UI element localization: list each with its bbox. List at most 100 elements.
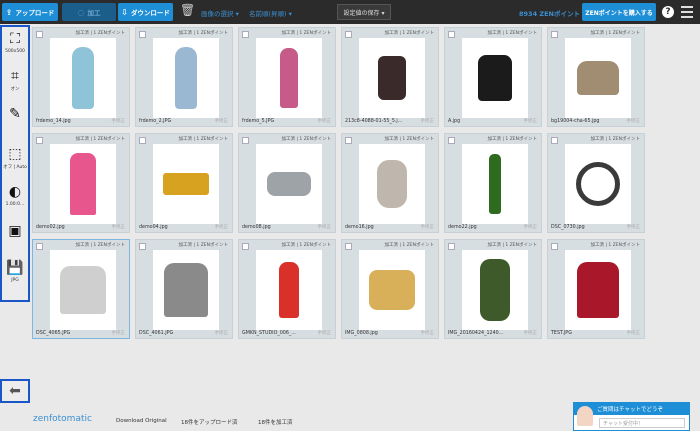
manual-edit-link[interactable]: 手修正 [421, 330, 435, 336]
background-tool[interactable]: ▣ [3, 222, 27, 241]
select-checkbox[interactable] [242, 243, 249, 250]
chat-widget[interactable]: ご質問はチャットでどうぞ チャット受付中！ [573, 402, 690, 431]
manual-edit-link[interactable]: 手修正 [524, 330, 538, 336]
image-card[interactable]: 加工済 | 1 ZENポイント DSC_0730.jpg 手修正 [547, 133, 645, 233]
product-thumbnail[interactable] [256, 38, 322, 118]
card-status-meta: 加工済 | 1 ZENポイント [75, 31, 125, 36]
download-original-link[interactable]: Download Original [116, 418, 167, 424]
brush-tool[interactable]: ✎ [3, 105, 27, 124]
product-silhouette [369, 270, 415, 310]
image-card[interactable]: 加工済 | 1 ZENポイント bg19004-cha-65.jpg 手修正 [547, 27, 645, 127]
product-thumbnail[interactable] [565, 250, 631, 330]
select-checkbox[interactable] [139, 31, 146, 38]
select-checkbox[interactable] [139, 243, 146, 250]
select-checkbox[interactable] [551, 243, 558, 250]
processed-count: 18件を加工済 [258, 420, 293, 426]
product-thumbnail[interactable] [565, 38, 631, 118]
file-name: DSC_0730.jpg [551, 225, 585, 230]
image-card[interactable]: 加工済 | 1 ZENポイント IMG_0808.jpg 手修正 [341, 239, 439, 339]
save-settings-dropdown[interactable]: 設定値の保存 ▾ [337, 4, 391, 20]
product-thumbnail[interactable] [565, 144, 631, 224]
crop-size-tool[interactable]: ⛶ 500x500 [3, 30, 27, 54]
image-card[interactable]: 加工済 | 1 ZENポイント TEST.JPG 手修正 [547, 239, 645, 339]
crop-tool[interactable]: ⌗ オン [3, 67, 27, 92]
manual-edit-link[interactable]: 手修正 [524, 118, 538, 124]
download-button[interactable]: ⇩ ダウンロード [118, 3, 173, 21]
auto-tool[interactable]: ⬚ オフ | Auto [3, 145, 27, 170]
product-thumbnail[interactable] [256, 144, 322, 224]
select-checkbox[interactable] [551, 137, 558, 144]
image-card[interactable]: 加工済 | 1 ZENポイント demo16.jpg 手修正 [341, 133, 439, 233]
select-checkbox[interactable] [139, 137, 146, 144]
trash-icon[interactable]: 🗑 [180, 3, 195, 20]
select-checkbox[interactable] [345, 31, 352, 38]
help-icon[interactable]: ? [662, 6, 674, 18]
product-thumbnail[interactable] [256, 250, 322, 330]
manual-edit-link[interactable]: 手修正 [112, 118, 126, 124]
manual-edit-link[interactable]: 手修正 [421, 118, 435, 124]
image-card[interactable]: 加工済 | 1 ZENポイント frdemo_5.JPG 手修正 [238, 27, 336, 127]
manual-edit-link[interactable]: 手修正 [112, 330, 126, 336]
select-checkbox[interactable] [36, 31, 43, 38]
contrast-tool[interactable]: ◐ 1.00:0... [3, 183, 27, 207]
image-card[interactable]: 加工済 | 1 ZENポイント demo08.jpg 手修正 [238, 133, 336, 233]
image-card[interactable]: 加工済 | 1 ZENポイント frdemo_2.JPG 手修正 [135, 27, 233, 127]
product-thumbnail[interactable] [359, 144, 425, 224]
manual-edit-link[interactable]: 手修正 [627, 330, 641, 336]
back-arrow-button[interactable]: ⬅ [0, 379, 30, 403]
product-silhouette [576, 162, 620, 206]
product-thumbnail[interactable] [462, 144, 528, 224]
image-card[interactable]: 加工済 | 1 ZENポイント A.jpg 手修正 [444, 27, 542, 127]
manual-edit-link[interactable]: 手修正 [215, 330, 229, 336]
product-thumbnail[interactable] [462, 250, 528, 330]
product-thumbnail[interactable] [359, 38, 425, 118]
hamburger-menu-icon[interactable] [681, 6, 693, 18]
manual-edit-link[interactable]: 手修正 [627, 118, 641, 124]
product-thumbnail[interactable] [50, 38, 116, 118]
manual-edit-link[interactable]: 手修正 [112, 224, 126, 230]
image-card[interactable]: 加工済 | 1 ZENポイント frdemo_14.jpg 手修正 [32, 27, 130, 127]
product-thumbnail[interactable] [153, 144, 219, 224]
save-format-tool[interactable]: 💾 JPG [3, 259, 27, 283]
image-card[interactable]: 加工済 | 1 ZENポイント demo02.jpg 手修正 [32, 133, 130, 233]
process-button[interactable]: ◌ 加工 [62, 3, 116, 21]
image-card[interactable]: 加工済 | 1 ZENポイント demo22.jpg 手修正 [444, 133, 542, 233]
manual-edit-link[interactable]: 手修正 [215, 118, 229, 124]
manual-edit-link[interactable]: 手修正 [318, 330, 332, 336]
select-checkbox[interactable] [345, 137, 352, 144]
select-checkbox[interactable] [36, 243, 43, 250]
select-images-dropdown[interactable]: 画像の選択 ▾ [201, 8, 239, 18]
image-card[interactable]: 加工済 | 1 ZENポイント IMG_20160424_1240... 手修正 [444, 239, 542, 339]
product-thumbnail[interactable] [359, 250, 425, 330]
manual-edit-link[interactable]: 手修正 [215, 224, 229, 230]
manual-edit-link[interactable]: 手修正 [318, 118, 332, 124]
image-card[interactable]: 加工済 | 1 ZENポイント demo04.jpg 手修正 [135, 133, 233, 233]
manual-edit-link[interactable]: 手修正 [421, 224, 435, 230]
manual-edit-link[interactable]: 手修正 [627, 224, 641, 230]
file-name: DSC_4065.JPG [36, 331, 71, 336]
select-checkbox[interactable] [242, 31, 249, 38]
chat-input[interactable]: チャット受付中！ [599, 418, 685, 428]
product-thumbnail[interactable] [153, 38, 219, 118]
manual-edit-link[interactable]: 手修正 [318, 224, 332, 230]
select-checkbox[interactable] [448, 243, 455, 250]
product-thumbnail[interactable] [50, 250, 116, 330]
select-checkbox[interactable] [242, 137, 249, 144]
image-card[interactable]: 加工済 | 1 ZENポイント DSC_4061.JPG 手修正 [135, 239, 233, 339]
upload-button[interactable]: ⇪ アップロード [2, 3, 58, 21]
product-thumbnail[interactable] [153, 250, 219, 330]
manual-edit-link[interactable]: 手修正 [524, 224, 538, 230]
image-card[interactable]: 加工済 | 1 ZENポイント 213c8-4088-01-55_5.j... 手修… [341, 27, 439, 127]
image-card[interactable]: 加工済 | 1 ZENポイント GMKN_STUDIO_006_... 手修正 [238, 239, 336, 339]
select-checkbox[interactable] [345, 243, 352, 250]
sort-dropdown[interactable]: 名前順(昇順) ▾ [249, 8, 292, 18]
product-thumbnail[interactable] [50, 144, 116, 224]
image-card[interactable]: 加工済 | 1 ZENポイント DSC_4065.JPG 手修正 [32, 239, 130, 339]
buy-points-button[interactable]: ZENポイントを購入する [582, 3, 656, 21]
select-checkbox[interactable] [551, 31, 558, 38]
select-checkbox[interactable] [448, 31, 455, 38]
select-checkbox[interactable] [36, 137, 43, 144]
product-thumbnail[interactable] [462, 38, 528, 118]
select-checkbox[interactable] [448, 137, 455, 144]
left-toolbar: ⛶ 500x500 ⌗ オン ✎ ⬚ オフ | Auto ◐ 1.00:0...… [0, 25, 30, 302]
